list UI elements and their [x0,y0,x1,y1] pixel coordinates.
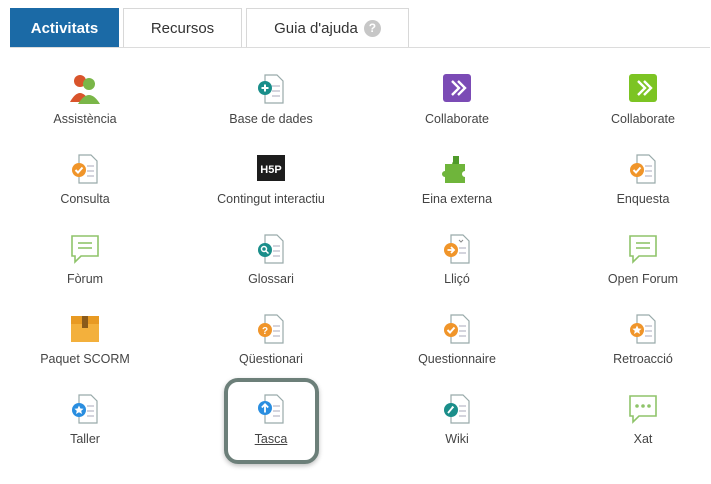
activity-interactive-content[interactable]: H5P Contingut interactiu [186,152,356,206]
tab-resources-label: Recursos [150,19,215,37]
activity-quiz[interactable]: ? Qüestionari [186,312,356,366]
tab-divider [10,47,710,48]
chat-icon [623,392,663,426]
activity-forum[interactable]: Fòrum [0,232,170,286]
activity-label: Collaborate [425,112,489,126]
activity-scorm-package[interactable]: Paquet SCORM [0,312,170,366]
workshop-icon [65,392,105,426]
activity-label: Collaborate [611,112,675,126]
activity-lesson[interactable]: Lliçó [372,232,542,286]
lesson-icon [437,232,477,266]
activity-label: Taller [70,432,100,446]
help-icon[interactable]: ? [363,19,381,37]
tab-resources[interactable]: Recursos [123,8,242,47]
activity-label: Lliçó [444,272,470,286]
open-forum-icon [623,232,663,266]
questionnaire-icon [437,312,477,346]
tab-help-guide-label: Guia d'ajuda [274,19,358,37]
forum-icon [65,232,105,266]
activity-label: Questionnaire [418,352,496,366]
collaborate-green-icon [623,72,663,106]
quiz-icon: ? [251,312,291,346]
tab-bar: Activitats Recursos Guia d'ajuda? [10,8,413,48]
selection-highlight [224,378,319,464]
activity-collaborate-green[interactable]: Collaborate [558,72,711,126]
activity-label: Paquet SCORM [40,352,130,366]
choice-icon [65,152,105,186]
database-icon [251,72,291,106]
activity-wiki[interactable]: Wiki [372,392,542,446]
activity-feedback[interactable]: Retroacció [558,312,711,366]
collaborate-purple-icon [437,72,477,106]
activity-label: Consulta [60,192,110,206]
puzzle-icon [437,152,477,186]
activity-glossary[interactable]: Glossari [186,232,356,286]
h5p-icon: H5P [251,152,291,186]
activity-label: Open Forum [607,272,679,286]
tab-activities-label: Activitats [30,19,99,37]
tab-help-guide[interactable]: Guia d'ajuda? [246,8,409,47]
wiki-icon [437,392,477,426]
activity-label: Xat [633,432,653,446]
activity-external-tool[interactable]: Eina externa [372,152,542,206]
svg-text:?: ? [262,326,268,337]
activity-label: Base de dades [229,112,313,126]
activity-open-forum[interactable]: Open Forum [558,232,711,286]
feedback-icon [623,312,663,346]
glossary-icon [251,232,291,266]
activity-label: Assistència [53,112,117,126]
activity-choice[interactable]: Consulta [0,152,170,206]
activity-workshop[interactable]: Taller [0,392,170,446]
activity-chat[interactable]: Xat [558,392,711,446]
h5p-icon-text: H5P [260,164,281,176]
activity-database[interactable]: Base de dades [186,72,356,126]
activity-label: Retroacció [613,352,673,366]
activity-label: Wiki [445,432,469,446]
activity-questionnaire[interactable]: Questionnaire [372,312,542,366]
survey-icon [623,152,663,186]
scorm-package-icon [65,312,105,346]
activity-label: Contingut interactiu [217,192,325,206]
activity-label: Eina externa [421,192,493,206]
tab-activities[interactable]: Activitats [10,8,119,47]
activity-attendance[interactable]: Assistència [0,72,170,126]
activity-label: Glossari [248,272,294,286]
attendance-icon [65,72,105,106]
activity-collaborate-purple[interactable]: Collaborate [372,72,542,126]
activity-survey[interactable]: Enquesta [558,152,711,206]
activity-label: Qüestionari [239,352,303,366]
activity-label: Fòrum [66,272,104,286]
activity-label: Enquesta [616,192,670,206]
